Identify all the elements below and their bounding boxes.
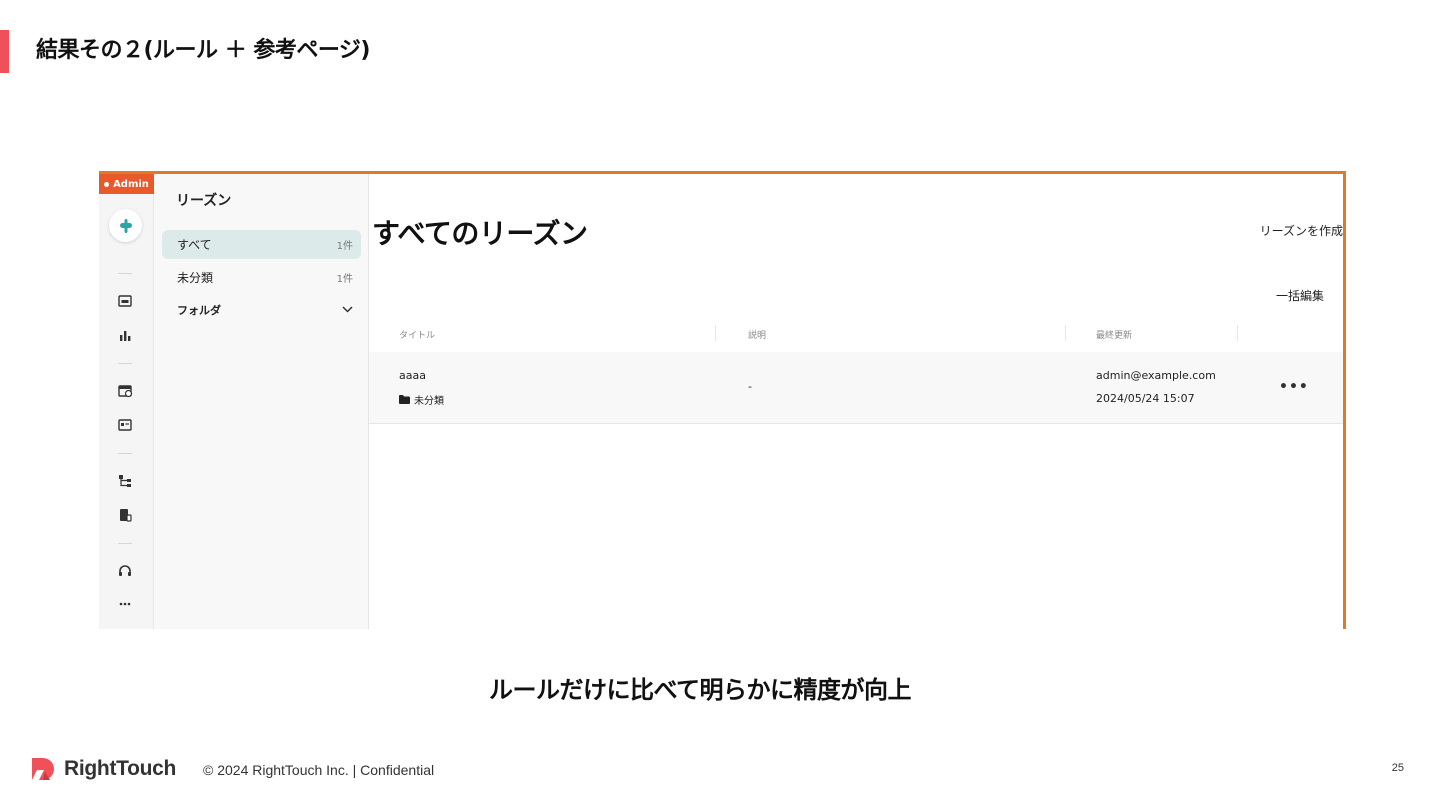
logo-icon[interactable] [109,209,142,242]
footer-copyright: © 2024 RightTouch Inc. | Confidential [203,762,435,778]
righttouch-logo-icon [32,758,54,780]
reason-sidebar: リーズン すべて 1件 未分類 1件 フォルダ [154,171,369,629]
column-divider [1237,325,1238,341]
tree-icon[interactable] [116,472,134,490]
row-title[interactable]: aaaa [399,369,426,382]
column-header-title[interactable]: タイトル [399,328,435,341]
highlight-frame [99,171,1346,174]
column-divider [1065,325,1066,341]
bulk-edit-button[interactable]: 一括編集 [1276,287,1324,304]
app-screenshot: Admin リーズン すべて 1件 未分類 1件 フォルダ すべてのリーズン リ… [99,171,1346,629]
sidebar-item-uncategorized[interactable]: 未分類 1件 [162,263,361,292]
inbox-icon[interactable] [116,292,134,310]
column-header-updated[interactable]: 最終更新 [1096,328,1132,341]
folder-label: フォルダ [177,303,221,317]
create-reason-button[interactable]: リーズンを作成 [1260,222,1343,239]
page-number: 25 [1391,762,1404,774]
more-icon[interactable] [116,595,134,613]
icon-rail: Admin [99,171,154,629]
sidebar-item-count: 1件 [336,274,353,285]
sidebar-item-label: 未分類 [177,271,214,285]
bar-chart-icon[interactable] [116,326,134,344]
status-dot-icon [104,181,110,187]
admin-badge-label: Admin [113,178,149,190]
slide-title: 結果その２(ルール ＋ 参考ページ) [36,38,371,63]
sidebar-item-all[interactable]: すべて 1件 [162,230,361,259]
page-title: すべてのリーズン [372,217,588,250]
title-accent-bar [0,30,9,73]
footer-brand: RightTouch [64,757,177,780]
rail-divider [118,453,132,454]
folder-toggle[interactable]: フォルダ [162,295,361,324]
headset-icon[interactable] [116,562,134,580]
row-more-icon[interactable]: ••• [1279,380,1309,394]
row-updated-at: 2024/05/24 15:07 [1096,392,1195,405]
main-content: すべてのリーズン リーズンを作成 一括編集 タイトル 説明 最終更新 aaaa … [369,171,1346,629]
rail-divider [118,273,132,274]
row-updated-by: admin@example.com [1096,369,1216,382]
calendar-icon[interactable] [116,382,134,400]
chevron-down-icon [342,306,353,313]
document-icon[interactable] [116,506,134,524]
admin-badge: Admin [99,174,154,194]
footer-logo: RightTouch [30,756,176,782]
row-folder-label: 未分類 [414,396,444,407]
slide-caption: ルールだけに比べて明らかに精度が向上 [488,676,912,704]
row-description: - [748,380,752,393]
table-row[interactable]: aaaa 未分類 - admin@example.com 2024/05/24 … [369,352,1346,424]
folder-icon [399,395,410,404]
sidebar-title: リーズン [176,193,232,209]
card-icon[interactable] [116,416,134,434]
sidebar-item-count: 1件 [336,241,353,252]
rail-divider [118,543,132,544]
row-folder: 未分類 [399,392,444,407]
rail-divider [118,363,132,364]
column-header-description[interactable]: 説明 [748,328,766,341]
column-divider [715,325,716,341]
highlight-frame [1343,171,1346,629]
sidebar-item-label: すべて [177,238,212,252]
